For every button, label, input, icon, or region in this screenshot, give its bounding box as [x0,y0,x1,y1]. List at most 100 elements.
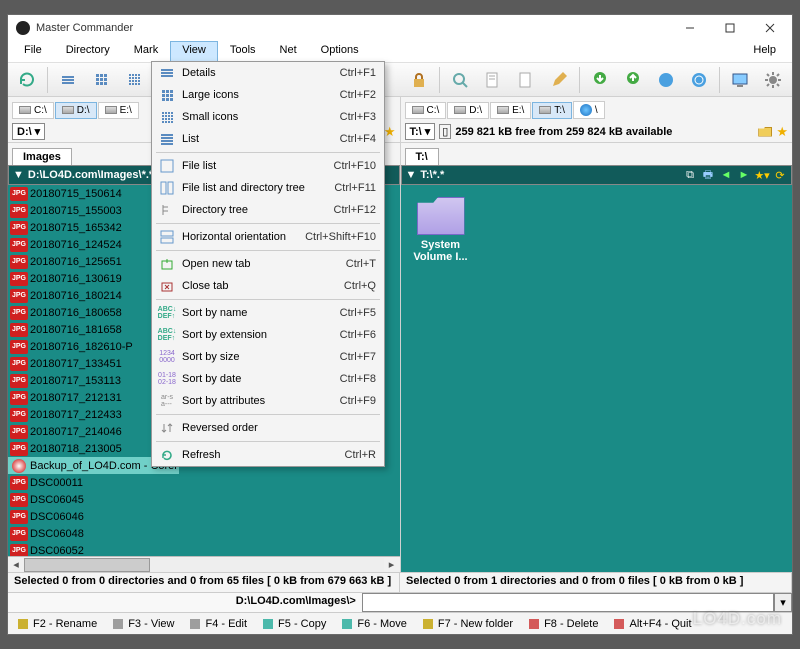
menu-file[interactable]: File [12,41,54,62]
jpg-icon: JPG [10,374,28,388]
menu-net[interactable]: Net [268,41,309,62]
file-row[interactable]: JPGDSC06052 [8,542,179,556]
jpg-icon: JPG [10,289,28,303]
drive-tab[interactable]: C:\ [405,102,447,119]
menu-item-horizontal-orientation[interactable]: Horizontal orientationCtrl+Shift+F10 [152,226,384,248]
folder-item[interactable]: System Volume I... [413,197,469,263]
monitor-button[interactable] [725,65,755,95]
menu-mark[interactable]: Mark [122,41,170,62]
menu-item-details[interactable]: DetailsCtrl+F1 [152,62,384,84]
fn-f8[interactable]: F8 - Delete [527,617,598,631]
menu-label: Directory tree [178,204,334,216]
jpg-icon: JPG [10,323,28,337]
menu-item-sort-by-size[interactable]: 12340000Sort by sizeCtrl+F7 [152,346,384,368]
favorite-icon[interactable]: ★ [384,124,396,140]
file-row[interactable]: JPGDSC06048 [8,525,179,542]
fn-f6[interactable]: F6 - Move [340,617,407,631]
drive-tab[interactable]: D:\ [55,102,97,119]
folder-icon[interactable] [758,127,772,137]
fn-label: F4 - Edit [205,618,247,630]
menu-item-sort-by-date[interactable]: 01-1802-18Sort by dateCtrl+F8 [152,368,384,390]
back-icon[interactable]: ◄ [719,168,733,182]
sync-button[interactable] [684,65,714,95]
menu-item-open-new-tab[interactable]: Open new tabCtrl+T [152,253,384,275]
view-large-button[interactable] [86,65,116,95]
upload-button[interactable] [618,65,648,95]
star-icon[interactable]: ★▾ [755,168,769,182]
copy-icon[interactable]: ⧉ [683,168,697,182]
scroll-left-button[interactable]: ◂ [8,558,24,571]
chevron-down-icon[interactable]: ▼ [406,169,417,181]
menu-options[interactable]: Options [309,41,371,62]
menu-item-sort-by-attributes[interactable]: ar-sa---Sort by attributesCtrl+F9 [152,390,384,412]
network-tab[interactable]: \ [573,101,605,119]
fn-f3[interactable]: F3 - View [111,617,174,631]
tree2-icon [156,203,178,217]
drive-select-left[interactable]: D:\▾ [12,123,45,140]
details-icon [156,69,178,77]
fn-icon [261,617,275,631]
titlebar: Master Commander [8,15,792,41]
file-row[interactable]: JPGDSC06046 [8,508,179,525]
fn-alt+f4[interactable]: Alt+F4 - Quit [612,617,691,631]
drive-tab[interactable]: C:\ [12,102,54,119]
menu-item-refresh[interactable]: RefreshCtrl+R [152,444,384,466]
menu-item-file-list-and-directory-tree[interactable]: File list and directory treeCtrl+F11 [152,177,384,199]
menu-item-small-icons[interactable]: Small iconsCtrl+F3 [152,106,384,128]
menu-directory[interactable]: Directory [54,41,122,62]
hscroll-left[interactable]: ◂ ▸ [8,556,400,572]
menu-tools[interactable]: Tools [218,41,268,62]
eject-icon[interactable]: ▯ [439,124,451,139]
history-icon[interactable]: ⟳ [773,168,787,182]
tab-images[interactable]: Images [12,148,72,165]
fwd-icon[interactable]: ► [737,168,751,182]
favorite-icon[interactable]: ★ [776,124,788,140]
file-row[interactable]: JPGDSC00011 [8,474,179,491]
fn-f2[interactable]: F2 - Rename [16,617,97,631]
view-small-button[interactable] [119,65,149,95]
jpg-icon: JPG [10,340,28,354]
menu-item-large-icons[interactable]: Large iconsCtrl+F2 [152,84,384,106]
close-button[interactable] [750,16,790,40]
edit-button[interactable] [478,65,508,95]
fn-f4[interactable]: F4 - Edit [188,617,247,631]
settings-button[interactable] [758,65,788,95]
drive-select-right[interactable]: T:\▾ [405,123,436,140]
menu-item-sort-by-extension[interactable]: ABC↓DEF↑Sort by extensionCtrl+F6 [152,324,384,346]
menu-item-directory-tree[interactable]: Directory treeCtrl+F12 [152,199,384,221]
maximize-button[interactable] [710,16,750,40]
download-button[interactable] [585,65,615,95]
drive-tab[interactable]: E:\ [490,102,531,119]
file-list-right[interactable]: System Volume I... [401,185,793,572]
net-button[interactable] [651,65,681,95]
menu-label: Sort by size [178,351,340,363]
drive-tab[interactable]: E:\ [98,102,139,119]
fn-f7[interactable]: F7 - New folder [421,617,513,631]
menu-item-file-list[interactable]: File listCtrl+F10 [152,155,384,177]
drive-tabs-right: C:\D:\E:\T:\\ [401,97,793,121]
menu-item-sort-by-name[interactable]: ABC↓DEF↑Sort by nameCtrl+F5 [152,302,384,324]
menu-view[interactable]: View [170,41,218,62]
pencil-button[interactable] [544,65,574,95]
view-details-button[interactable] [53,65,83,95]
note-button[interactable] [511,65,541,95]
minimize-button[interactable] [670,16,710,40]
search-button[interactable] [445,65,475,95]
menu-help[interactable]: Help [741,41,788,62]
chevron-down-icon[interactable]: ▼ [13,169,24,181]
file-name: 20180717_133451 [30,358,122,370]
print-icon[interactable]: 🖶 [701,168,715,182]
menu-item-close-tab[interactable]: Close tabCtrl+Q [152,275,384,297]
refresh-button[interactable] [12,65,42,95]
scroll-right-button[interactable]: ▸ [384,558,400,571]
file-name: 20180715_165342 [30,222,122,234]
lock-button[interactable] [404,65,434,95]
menu-item-reversed-order[interactable]: Reversed order [152,417,384,439]
drive-tab[interactable]: D:\ [447,102,489,119]
jpg-icon: JPG [10,510,28,524]
menu-item-list[interactable]: ListCtrl+F4 [152,128,384,150]
file-row[interactable]: JPGDSC06045 [8,491,179,508]
drive-tab[interactable]: T:\ [532,102,572,119]
tab-drive-t[interactable]: T:\ [405,148,439,165]
fn-f5[interactable]: F5 - Copy [261,617,326,631]
